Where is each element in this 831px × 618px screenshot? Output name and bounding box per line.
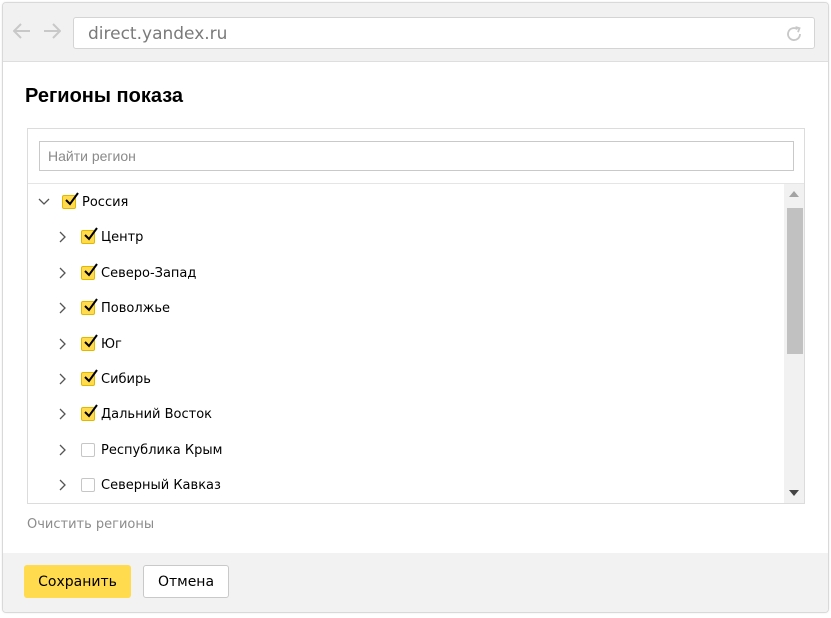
chevron-right-icon[interactable] (57, 302, 69, 314)
triangle-up-icon[interactable] (784, 186, 804, 202)
chevron-right-icon[interactable] (57, 231, 69, 243)
checkbox-checked[interactable] (81, 369, 98, 386)
checkbox[interactable] (81, 443, 95, 457)
dialog-footer: Сохранить Отмена (3, 553, 828, 612)
checkbox-checked[interactable] (81, 263, 98, 280)
arrow-left-icon[interactable] (12, 21, 32, 41)
checkbox-checked[interactable] (81, 334, 98, 351)
tree-row-label: Сибирь (101, 371, 151, 387)
reload-icon[interactable] (784, 24, 804, 44)
tree-row-label: Северный Кавказ (101, 477, 221, 493)
tree-row-label: Дальний Восток (101, 406, 213, 422)
browser-window: direct.yandex.ru Регионы показа Россия Це… (2, 2, 829, 613)
tree-row[interactable]: Республика Крым (57, 437, 222, 463)
tree-row-label: Россия (82, 194, 129, 210)
tree-row[interactable]: Дальний Восток (57, 401, 212, 427)
tree-row[interactable]: Северный Кавказ (57, 472, 221, 498)
tree-row[interactable]: Россия (38, 189, 128, 215)
dialog-title: Регионы показа (25, 85, 183, 107)
tree-row[interactable]: Поволжье (57, 295, 170, 321)
region-search-input[interactable] (39, 141, 794, 171)
checkbox[interactable] (81, 478, 95, 492)
chevron-right-icon[interactable] (57, 444, 69, 456)
tree-row-label: Республика Крым (101, 442, 223, 458)
save-button[interactable]: Сохранить (24, 565, 131, 598)
checkbox-checked[interactable] (81, 298, 98, 315)
chevron-right-icon[interactable] (57, 479, 69, 491)
tree-row-label: Центр (101, 229, 144, 245)
browser-toolbar: direct.yandex.ru (3, 3, 828, 62)
tree-row-label: Поволжье (101, 300, 171, 316)
chevron-down-icon[interactable] (38, 196, 50, 208)
chevron-right-icon[interactable] (57, 267, 69, 279)
address-url[interactable]: direct.yandex.ru (88, 24, 227, 44)
tree-row-label: Юг (101, 336, 122, 352)
address-bar[interactable]: direct.yandex.ru (73, 17, 815, 49)
checkbox-checked[interactable] (81, 227, 98, 244)
tree-row[interactable]: Центр (57, 224, 143, 250)
checkbox-checked[interactable] (62, 192, 79, 209)
chevron-right-icon[interactable] (57, 338, 69, 350)
tree-row[interactable]: Юг (57, 331, 122, 357)
tree-row[interactable]: Северо-Запад (57, 260, 196, 286)
tree-row[interactable]: Сибирь (57, 366, 151, 392)
checkbox-checked[interactable] (81, 404, 98, 421)
chevron-right-icon[interactable] (57, 408, 69, 420)
triangle-down-icon[interactable] (784, 485, 804, 501)
chevron-right-icon[interactable] (57, 373, 69, 385)
region-panel: Россия Центр Северо-Запад Поволжье Юг Сибирь Д… (27, 128, 805, 504)
tree-row-label: Северо-Запад (101, 265, 197, 281)
cancel-button[interactable]: Отмена (143, 565, 229, 598)
scrollbar[interactable] (784, 184, 804, 503)
arrow-right-icon[interactable] (42, 21, 62, 41)
scroll-thumb[interactable] (787, 208, 803, 354)
search-area (28, 129, 804, 184)
clear-regions-link[interactable]: Очистить регионы (27, 517, 154, 532)
region-tree: Россия Центр Северо-Запад Поволжье Юг Сибирь Д… (28, 184, 784, 503)
